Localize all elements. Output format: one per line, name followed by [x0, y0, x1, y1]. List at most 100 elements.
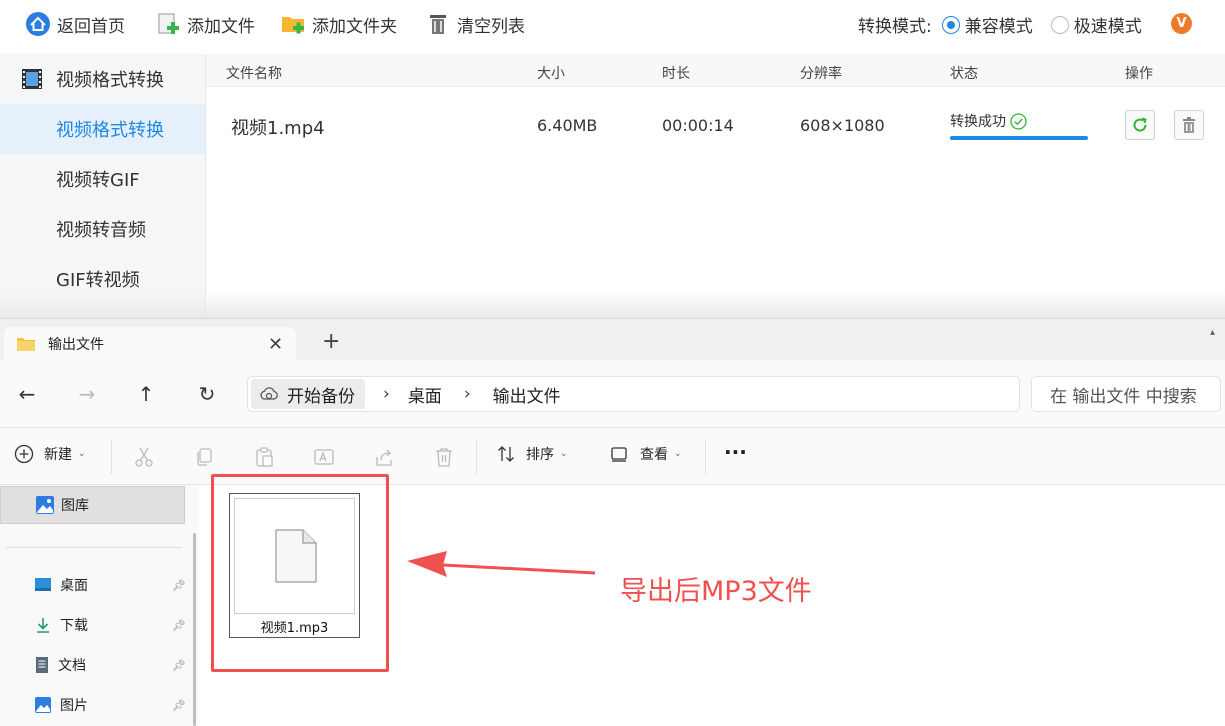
- file-table: 文件名称 大小 时长 分辨率 状态 操作 视频1.mp4 6.40MB 00:0…: [206, 54, 1225, 318]
- home-button-label: 返回首页: [57, 16, 125, 37]
- file-thumbnail: [234, 498, 355, 614]
- conversion-mode-group: 转换模式: 兼容模式 极速模式: [858, 12, 1142, 37]
- desktop-icon: [34, 577, 52, 593]
- home-icon: [25, 11, 51, 37]
- cut-icon[interactable]: [133, 446, 155, 468]
- tab-output-folder[interactable]: 输出文件 ✕: [4, 327, 296, 361]
- more-options-button[interactable]: ···: [724, 440, 747, 464]
- col-header-duration: 时长: [662, 66, 690, 82]
- nav-item-pictures[interactable]: 图片 📌︎: [34, 695, 186, 715]
- delete-icon[interactable]: [433, 446, 455, 468]
- fast-mode-label[interactable]: 极速模式: [1074, 12, 1142, 37]
- new-button[interactable]: 新建 ⌄: [14, 444, 86, 464]
- forward-arrow-icon[interactable]: →: [72, 382, 102, 406]
- status-cell: 转换成功: [950, 111, 1027, 131]
- home-button[interactable]: 返回首页: [25, 8, 125, 40]
- chevron-down-icon: ⌄: [78, 449, 86, 459]
- vip-badge[interactable]: V: [1171, 13, 1192, 34]
- sidebar-heading[interactable]: 视频格式转换: [0, 54, 205, 104]
- fast-mode-radio[interactable]: [1050, 15, 1069, 34]
- compat-mode-label[interactable]: 兼容模式: [965, 12, 1033, 37]
- nav-divider: [6, 547, 182, 548]
- window-shadow: [0, 292, 1225, 318]
- file-size-cell: 6.40MB: [537, 116, 598, 135]
- film-icon: [20, 67, 44, 91]
- rename-icon[interactable]: [313, 446, 335, 468]
- sort-icon: [496, 444, 516, 464]
- pin-icon[interactable]: 📌︎: [172, 619, 186, 632]
- new-button-label: 新建: [44, 447, 72, 463]
- nav-scrollbar[interactable]: [193, 533, 196, 726]
- clear-list-label: 清空列表: [457, 16, 525, 37]
- annotation-arrow: [407, 551, 596, 577]
- breadcrumb[interactable]: 开始备份 › 桌面 › 输出文件: [247, 376, 1020, 412]
- sidebar-item-video-format[interactable]: 视频格式转换: [0, 104, 205, 154]
- gallery-icon: [35, 495, 55, 515]
- add-folder-label: 添加文件夹: [312, 16, 397, 37]
- function-sidebar: 视频格式转换 视频格式转换 视频转GIF 视频转音频 GIF转视频: [0, 54, 206, 318]
- check-circle-icon: [1010, 112, 1027, 130]
- table-row[interactable]: 视频1.mp4 6.40MB 00:00:14 608×1080 转换成功: [206, 87, 1225, 163]
- reconvert-button[interactable]: [1125, 110, 1155, 140]
- nav-item-gallery[interactable]: 图库: [0, 486, 185, 524]
- pin-icon[interactable]: 📌︎: [172, 579, 186, 592]
- divider: [476, 440, 477, 474]
- annotation-text: 导出后MP3文件: [620, 576, 812, 607]
- trash-can-icon: [425, 11, 451, 37]
- new-tab-icon[interactable]: +: [322, 331, 340, 353]
- add-folder-button[interactable]: 添加文件夹: [280, 8, 397, 40]
- breadcrumb-desktop[interactable]: 桌面: [408, 382, 442, 407]
- breadcrumb-output-folder[interactable]: 输出文件: [493, 382, 561, 407]
- share-icon[interactable]: [373, 446, 395, 468]
- close-icon[interactable]: ✕: [268, 334, 283, 355]
- col-header-name: 文件名称: [226, 66, 282, 82]
- plus-circle-icon: [14, 444, 34, 464]
- add-file-icon: [155, 11, 181, 37]
- view-icon: [610, 445, 628, 463]
- address-bar: ← → ↑ ↻ 开始备份 › 桌面 › 输出文件 在 输出文件 中搜索: [0, 360, 1225, 427]
- refresh-icon[interactable]: ↻: [192, 382, 222, 406]
- delete-row-button[interactable]: [1174, 110, 1204, 140]
- cloud-backup-icon: [259, 386, 279, 402]
- chevron-right-icon: ›: [463, 384, 471, 404]
- file-name-label: 视频1.mp3: [260, 621, 329, 636]
- sort-button-label: 排序: [526, 447, 554, 463]
- back-arrow-icon[interactable]: ←: [12, 382, 42, 406]
- converter-app: 返回首页 添加文件 添加文件夹 清空列表 转换模式: 兼容模式 极速模式 V 视…: [0, 0, 1225, 318]
- pin-icon[interactable]: 📌︎: [172, 699, 186, 712]
- sidebar-item-video-to-gif[interactable]: 视频转GIF: [0, 154, 205, 204]
- window-scrollbar-arrow-icon[interactable]: ▴: [1210, 327, 1215, 338]
- table-header: 文件名称 大小 时长 分辨率 状态 操作: [206, 54, 1225, 87]
- clear-list-button[interactable]: 清空列表: [425, 8, 525, 40]
- more-options-label: ···: [724, 440, 747, 464]
- copy-icon[interactable]: [193, 446, 215, 468]
- compat-mode-radio[interactable]: [941, 15, 960, 34]
- paste-icon[interactable]: [253, 446, 275, 468]
- file-explorer-window: 输出文件 ✕ + ▴ ← → ↑ ↻ 开始备份 › 桌面 › 输出文件 在 输出…: [0, 318, 1225, 726]
- document-icon: [34, 656, 50, 674]
- pin-icon[interactable]: 📌︎: [172, 659, 186, 672]
- file-name-cell: 视频1.mp4: [231, 118, 325, 139]
- nav-item-desktop[interactable]: 桌面 📌︎: [34, 575, 186, 595]
- view-button-label: 查看: [640, 447, 668, 463]
- sidebar-item-video-to-audio[interactable]: 视频转音频: [0, 204, 205, 254]
- breadcrumb-backup[interactable]: 开始备份: [251, 379, 365, 409]
- file-item-mp3[interactable]: 视频1.mp3: [229, 493, 360, 638]
- up-arrow-icon[interactable]: ↑: [131, 382, 161, 406]
- divider: [705, 440, 706, 474]
- sort-button[interactable]: 排序 ⌄: [496, 444, 568, 464]
- file-list-area: 视频1.mp3 导出后MP3文件: [198, 474, 1225, 726]
- chevron-right-icon: ›: [383, 384, 390, 404]
- nav-item-downloads[interactable]: 下载 📌︎: [34, 615, 186, 635]
- blank-file-icon: [275, 529, 317, 583]
- sidebar-heading-label: 视频格式转换: [56, 70, 164, 91]
- nav-item-documents[interactable]: 文档 📌︎: [34, 655, 186, 675]
- add-file-button[interactable]: 添加文件: [155, 8, 255, 40]
- col-header-status: 状态: [950, 66, 978, 82]
- breadcrumb-backup-label: 开始备份: [287, 386, 355, 407]
- col-header-actions: 操作: [1125, 66, 1153, 82]
- folder-icon: [16, 336, 36, 352]
- view-button[interactable]: 查看 ⌄: [610, 444, 682, 464]
- search-input[interactable]: 在 输出文件 中搜索: [1031, 376, 1221, 412]
- conversion-progress-bar: [950, 136, 1088, 140]
